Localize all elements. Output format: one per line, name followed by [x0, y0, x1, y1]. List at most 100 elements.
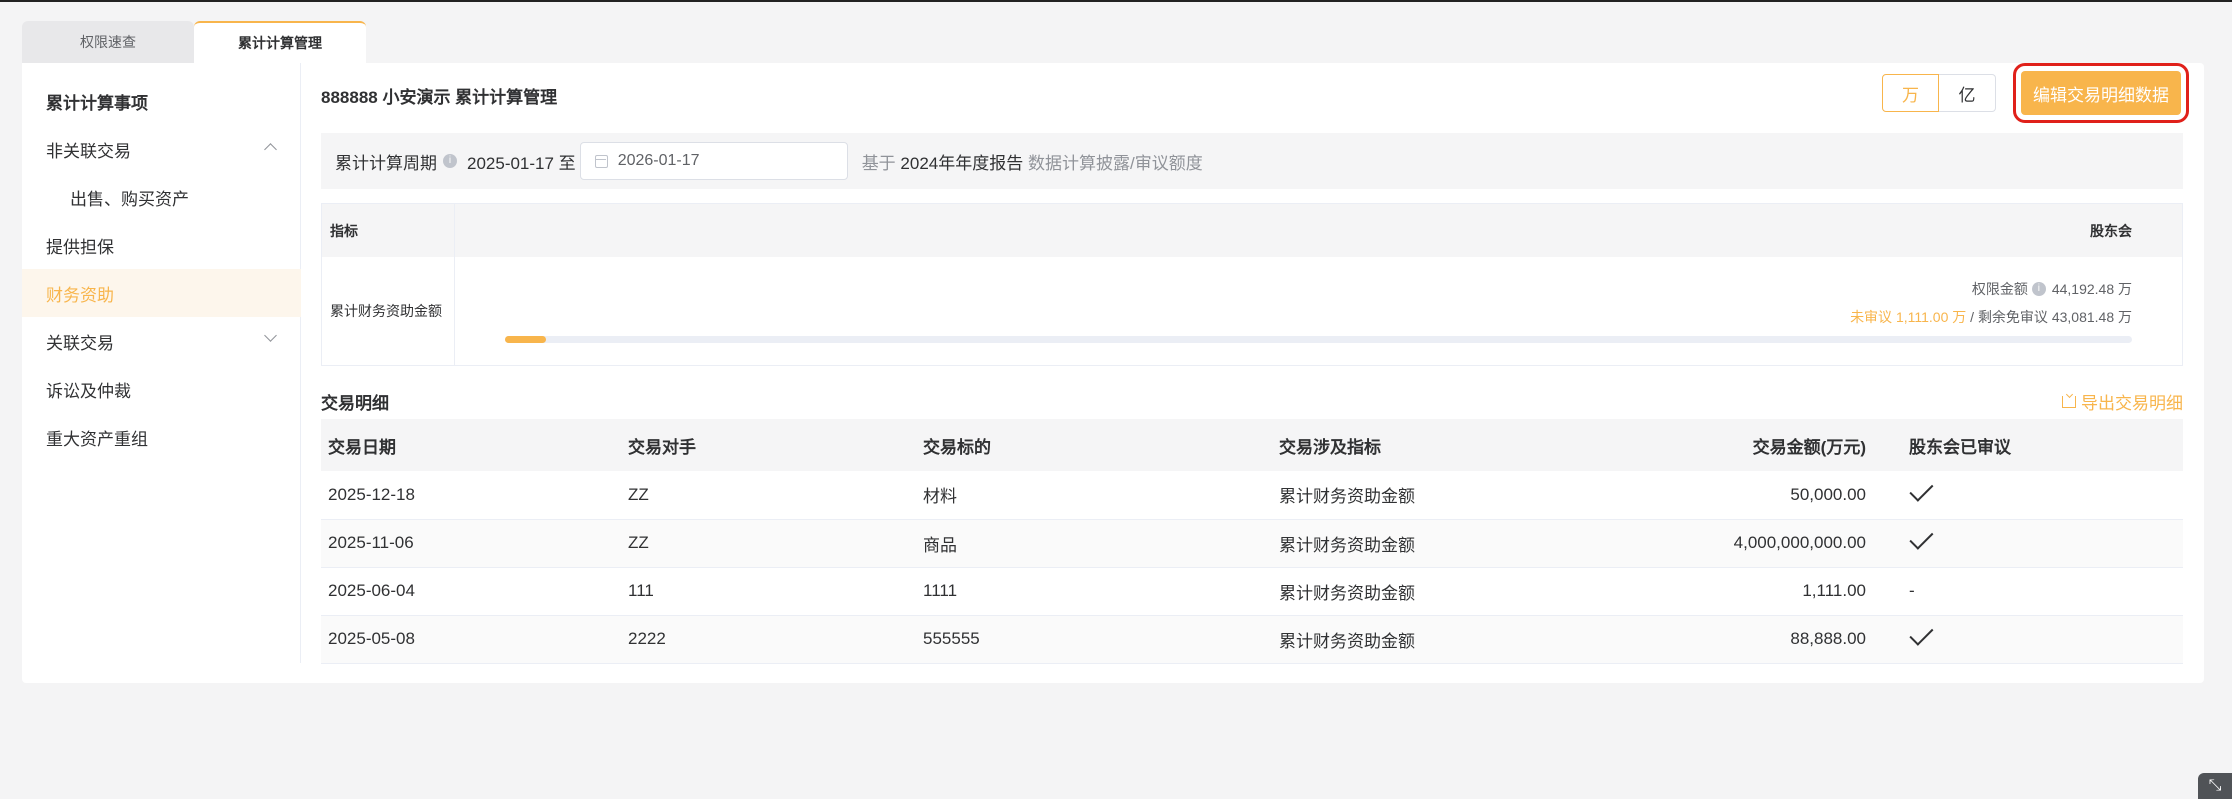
cell-date: 2025-06-04 — [321, 567, 621, 616]
collapse-arrow-icon[interactable]: ⤡ — [2198, 773, 2232, 799]
sidebar-item-asset-trade[interactable]: 出售、购买资产 — [22, 173, 301, 221]
cell-party: 2222 — [621, 615, 916, 664]
cell-party: 111 — [621, 567, 916, 616]
export-label: 导出交易明细 — [2081, 394, 2183, 413]
progress-bar — [505, 336, 2132, 343]
cell-amount: 4,000,000,000.00 — [1602, 519, 1902, 568]
col-party: 交易对手 — [621, 419, 916, 471]
tab-cumulative-management[interactable]: 累计计算管理 — [194, 21, 366, 63]
table-header-row: 交易日期 交易对手 交易标的 交易涉及指标 交易金额(万元) 股东会已审议 — [321, 419, 2183, 471]
col-indicator: 指标 — [322, 204, 455, 257]
sidebar-item-label: 关联交易 — [46, 333, 114, 353]
download-icon — [2062, 395, 2076, 408]
cell-approved — [1902, 471, 2183, 520]
indicator-header: 指标 股东会 — [322, 204, 2182, 257]
unit-wan-button[interactable]: 万 — [1882, 74, 1939, 112]
calendar-icon — [594, 154, 608, 168]
cell-approved — [1902, 615, 2183, 664]
indicator-label: 累计财务资助金额 — [322, 257, 455, 365]
sidebar-item-label: 非关联交易 — [46, 141, 131, 161]
export-transactions-link[interactable]: 导出交易明细 — [2062, 389, 2183, 414]
limit-value: 44,192.48 万 — [2051, 281, 2132, 297]
col-subject: 交易标的 — [916, 419, 1272, 471]
note-report: 2024年年度报告 — [900, 153, 1024, 173]
cell-subject: 555555 — [916, 615, 1272, 664]
pending-value: 1,111.00 万 — [1895, 309, 1967, 325]
edit-transactions-button[interactable]: 编辑交易明细数据 — [2021, 71, 2181, 115]
sidebar-item-financial-aid[interactable]: 财务资助 — [22, 269, 301, 317]
table-row: 2025-05-08 2222 555555 累计财务资助金额 88,888.00 — [321, 615, 2183, 664]
content-card: 累计计算事项 非关联交易 出售、购买资产 提供担保 财务资助 关联交易 诉讼及仲… — [22, 63, 2204, 683]
tab-bar: 权限速查 累计计算管理 — [22, 21, 366, 63]
sidebar-item-litigation[interactable]: 诉讼及仲裁 — [22, 365, 301, 413]
table-row: 2025-11-06 ZZ 商品 累计财务资助金额 4,000,000,000.00 — [321, 519, 2183, 568]
period-start: 2025-01-17 至 — [467, 153, 576, 173]
limit-line: 权限金额 i 44,192.48 万 — [1972, 279, 2132, 299]
cell-amount: 1,111.00 — [1602, 567, 1902, 616]
cell-amount: 88,888.00 — [1602, 615, 1902, 664]
sidebar-title: 累计计算事项 — [46, 94, 148, 113]
sidebar-item-non-related[interactable]: 非关联交易 — [22, 125, 301, 173]
col-approved: 股东会已审议 — [1902, 419, 2183, 471]
period-bar: 累计计算周期 i 2025-01-17 至 2026-01-17 基于 2024… — [321, 133, 2183, 189]
sidebar: 累计计算事项 非关联交易 出售、购买资产 提供担保 财务资助 关联交易 诉讼及仲… — [22, 63, 301, 663]
cell-approved: - — [1902, 567, 2183, 616]
progress-fill — [505, 336, 546, 343]
cell-subject: 商品 — [916, 519, 1272, 568]
limit-label: 权限金额 — [1971, 281, 2028, 297]
chevron-down-icon — [264, 329, 277, 342]
table-row: 2025-12-18 ZZ 材料 累计财务资助金额 50,000.00 — [321, 471, 2183, 520]
cell-date: 2025-05-08 — [321, 615, 621, 664]
cell-date: 2025-12-18 — [321, 471, 621, 520]
cell-amount: 50,000.00 — [1602, 471, 1902, 520]
remaining-value: 43,081.48 万 — [2051, 309, 2132, 325]
indicator-detail: 权限金额 i 44,192.48 万 未审议 1,111.00 万 / 剩余免审… — [455, 257, 2182, 365]
page-title: 888888 小安演示 累计计算管理 — [321, 88, 558, 107]
check-icon — [1909, 525, 1934, 550]
note-suffix: 数据计算披露/审议额度 — [1027, 153, 1203, 173]
unit-toggle: 万 亿 — [1882, 74, 1996, 112]
usage-line: 未审议 1,111.00 万 / 剩余免审议 43,081.48 万 — [1850, 307, 2132, 327]
sidebar-item-restructuring[interactable]: 重大资产重组 — [22, 413, 301, 461]
tab-permission-lookup[interactable]: 权限速查 — [22, 21, 194, 63]
cell-date: 2025-11-06 — [321, 519, 621, 568]
col-date: 交易日期 — [321, 419, 621, 471]
indicator-row: 累计财务资助金额 权限金额 i 44,192.48 万 未审议 1,111.00… — [322, 257, 2182, 365]
end-date-input[interactable]: 2026-01-17 — [579, 142, 848, 180]
cell-indicator: 累计财务资助金额 — [1272, 471, 1602, 520]
col-indicator: 交易涉及指标 — [1272, 419, 1602, 471]
check-icon — [1909, 621, 1934, 646]
unit-yi-button[interactable]: 亿 — [1939, 74, 1996, 112]
chevron-up-icon — [264, 143, 277, 156]
end-date-value: 2026-01-17 — [617, 152, 700, 169]
pending-label: 未审议 — [1850, 309, 1893, 325]
col-shareholders: 股东会 — [2090, 222, 2132, 239]
sidebar-item-guarantee[interactable]: 提供担保 — [22, 221, 301, 269]
main-panel: 888888 小安演示 累计计算管理 万 亿 编辑交易明细数据 累计计算周期 i… — [321, 63, 2189, 683]
cell-approved — [1902, 519, 2183, 568]
sidebar-item-label: 出售、购买资产 — [70, 189, 189, 209]
transactions-body: 2025-12-18 ZZ 材料 累计财务资助金额 50,000.00 2025-11-0… — [321, 471, 2183, 664]
indicator-table: 指标 股东会 累计财务资助金额 权限金额 i 44,192.48 万 未审议 1… — [321, 203, 2183, 366]
transactions-table: 交易日期 交易对手 交易标的 交易涉及指标 交易金额(万元) 股东会已审议 20… — [321, 419, 2183, 664]
top-border — [0, 0, 2232, 2]
cell-subject: 材料 — [916, 471, 1272, 520]
sidebar-item-label: 诉讼及仲裁 — [46, 381, 131, 401]
edit-button-highlight: 编辑交易明细数据 — [2013, 63, 2189, 123]
cell-indicator: 累计财务资助金额 — [1272, 567, 1602, 616]
cell-party: ZZ — [621, 519, 916, 568]
info-icon[interactable]: i — [443, 154, 457, 168]
period-note: 基于 2024年年度报告 数据计算披露/审议额度 — [862, 149, 1203, 174]
sidebar-item-label: 重大资产重组 — [46, 429, 148, 449]
cell-indicator: 累计财务资助金额 — [1272, 519, 1602, 568]
transactions-title: 交易明细 — [321, 394, 389, 413]
cell-indicator: 累计财务资助金额 — [1272, 615, 1602, 664]
separator: / — [1970, 309, 1975, 325]
table-row: 2025-06-04 111 1111 累计财务资助金额 1,111.00- — [321, 567, 2183, 616]
cell-subject: 1111 — [916, 567, 1272, 616]
col-amount: 交易金额(万元) — [1602, 419, 1902, 471]
info-icon[interactable]: i — [2031, 282, 2046, 296]
cell-party: ZZ — [621, 471, 916, 520]
sidebar-item-related[interactable]: 关联交易 — [22, 317, 301, 365]
sidebar-item-label: 提供担保 — [46, 237, 114, 257]
